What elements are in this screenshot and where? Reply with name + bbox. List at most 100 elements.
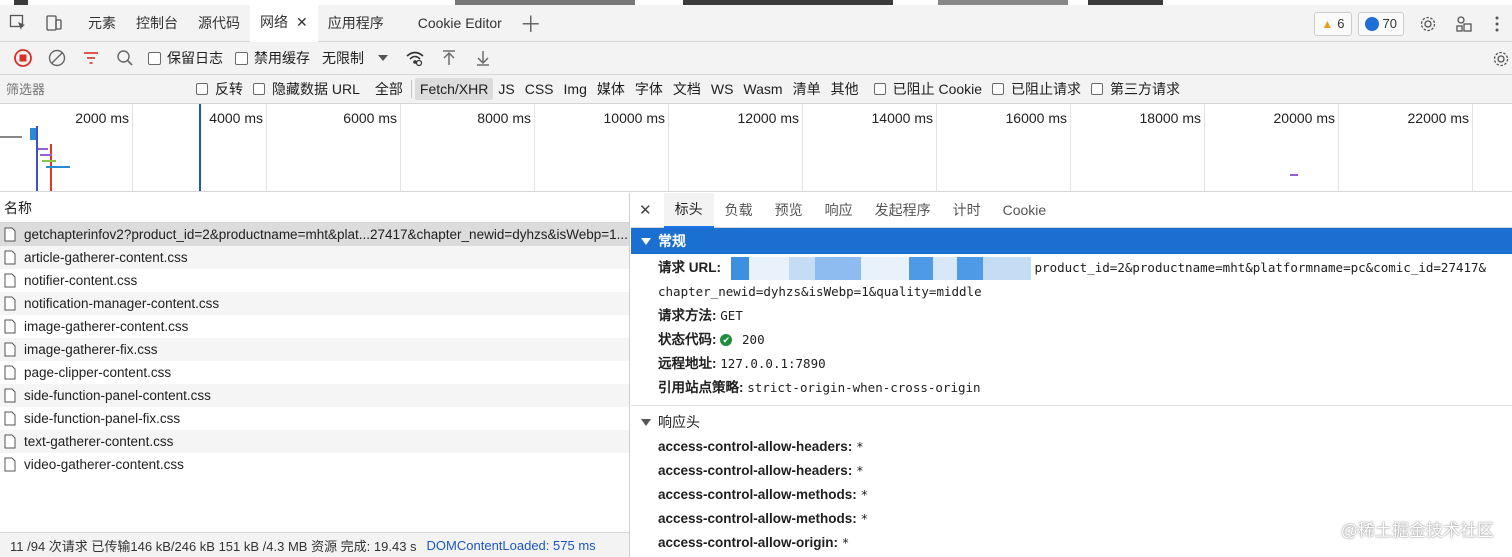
request-row[interactable]: text-gatherer-content.css — [0, 430, 629, 453]
header-value: * — [860, 487, 869, 502]
warning-icon: ▲ — [1321, 16, 1334, 31]
export-har-icon[interactable] — [466, 42, 500, 75]
request-name: video-gatherer-content.css — [24, 457, 184, 472]
invert-checkbox[interactable]: 反转 — [196, 79, 243, 99]
request-name: notification-manager-content.css — [24, 296, 220, 311]
disable-cache-checkbox[interactable]: 禁用缓存 — [235, 48, 310, 68]
redacted-block — [860, 256, 909, 280]
timeline-gridline — [936, 104, 937, 191]
checkbox-box — [873, 83, 886, 95]
header-key: access-control-allow-origin: — [658, 535, 839, 550]
device-emulation-icon[interactable] — [36, 5, 72, 42]
filter-type-media[interactable]: 媒体 — [592, 78, 630, 100]
timeline-tick-label: 22000 ms — [1407, 110, 1469, 126]
request-row[interactable]: page-clipper-content.css — [0, 361, 629, 384]
tab-initiator[interactable]: 发起程序 — [864, 193, 942, 228]
customize-icon[interactable] — [1446, 5, 1482, 42]
checkbox-box — [253, 83, 265, 95]
name-column-header[interactable]: 名称 — [0, 193, 629, 223]
request-row[interactable]: getchapterinfov2?product_id=2&productnam… — [0, 223, 629, 246]
import-har-icon[interactable] — [432, 42, 466, 75]
request-row[interactable]: article-gatherer-content.css — [0, 246, 629, 269]
search-icon[interactable] — [108, 42, 142, 75]
close-icon[interactable]: ✕ — [639, 201, 652, 219]
blocked-cookies-checkbox[interactable]: 已阻止 Cookie — [873, 79, 983, 99]
more-options-icon[interactable] — [1482, 5, 1512, 42]
throttling-select[interactable]: 无限制 — [322, 48, 388, 68]
filter-type-ws[interactable]: WS — [706, 78, 739, 100]
blocked-cookies-label: 已阻止 Cookie — [892, 81, 983, 97]
inspect-element-icon[interactable] — [0, 5, 36, 42]
tab-console[interactable]: 控制台 — [126, 5, 188, 42]
checkbox-box — [1091, 83, 1104, 95]
filter-bar: 反转 隐藏数据 URL 全部 Fetch/XHR JS CSS Img 媒体 字… — [0, 75, 1512, 104]
timeline-gridline — [400, 104, 401, 191]
timeline-tick-label: 10000 ms — [603, 110, 665, 126]
filter-type-other[interactable]: 其他 — [826, 78, 864, 100]
timeline-marker — [199, 104, 201, 191]
filter-type-js[interactable]: JS — [493, 78, 519, 100]
add-tab-icon[interactable]: ＋ — [512, 7, 550, 39]
request-url-line2: chapter_newid=dyhzs&isWebp=1&quality=mid… — [658, 284, 982, 299]
tab-preview[interactable]: 预览 — [764, 193, 814, 228]
tab-application[interactable]: 应用程序 — [318, 5, 394, 42]
request-row[interactable]: video-gatherer-content.css — [0, 453, 629, 476]
tab-response[interactable]: 响应 — [814, 193, 864, 228]
tab-payload[interactable]: 负载 — [714, 193, 764, 228]
devtools-tabbar: 元素 控制台 源代码 网络 ✕ 应用程序 Cookie Editor ＋ ▲ 6… — [0, 4, 1512, 42]
request-row[interactable]: notification-manager-content.css — [0, 292, 629, 315]
request-row[interactable]: notifier-content.css — [0, 269, 629, 292]
request-name: image-gatherer-fix.css — [24, 342, 158, 357]
request-name: article-gatherer-content.css — [24, 250, 188, 265]
filter-type-font[interactable]: 字体 — [630, 78, 668, 100]
filter-type-fetch-xhr[interactable]: Fetch/XHR — [414, 78, 494, 100]
settings-gear-icon[interactable] — [1410, 5, 1446, 42]
filter-icon[interactable] — [74, 42, 108, 75]
filter-type-css[interactable]: CSS — [520, 78, 559, 100]
blocked-requests-checkbox[interactable]: 已阻止请求 — [992, 79, 1081, 99]
general-section-header[interactable]: 常规 — [631, 228, 1512, 254]
timeline-bar — [0, 136, 22, 138]
messages-count: 70 — [1382, 16, 1397, 31]
checkbox-box — [148, 51, 161, 65]
tab-elements[interactable]: 元素 — [78, 5, 126, 42]
tab-headers[interactable]: 标头 — [663, 193, 714, 228]
redacted-block — [956, 256, 983, 280]
third-party-label: 第三方请求 — [1110, 81, 1181, 97]
warnings-badge[interactable]: ▲ 6 — [1314, 11, 1352, 36]
close-icon[interactable]: ✕ — [296, 14, 308, 31]
messages-badge[interactable]: 70 — [1357, 11, 1404, 36]
file-icon — [4, 365, 16, 380]
remote-address-label: 远程地址: — [658, 356, 717, 371]
request-row[interactable]: image-gatherer-fix.css — [0, 338, 629, 361]
clear-icon[interactable] — [40, 42, 74, 75]
filter-type-img[interactable]: Img — [559, 78, 592, 100]
filter-input[interactable] — [0, 75, 190, 103]
preserve-log-checkbox[interactable]: 保留日志 — [148, 48, 223, 68]
response-headers-section-header[interactable]: 响应头 — [631, 409, 1512, 435]
invert-label: 反转 — [215, 81, 243, 97]
hide-data-urls-checkbox[interactable]: 隐藏数据 URL — [253, 79, 360, 99]
tab-timing[interactable]: 计时 — [942, 193, 992, 228]
request-row[interactable]: side-function-panel-content.css — [0, 384, 629, 407]
request-row[interactable]: image-gatherer-content.css — [0, 315, 629, 338]
overview-timeline[interactable]: 2000 ms 4000 ms 6000 ms 8000 ms 10000 ms… — [0, 104, 1512, 192]
tab-network[interactable]: 网络 ✕ — [250, 4, 318, 42]
request-url-row: 请求 URL: product_id=2&productname=mht&pla… — [631, 256, 1512, 280]
network-status-bar: 11 /94 次请求 已传输146 kB/246 kB 151 kB /4.3 … — [0, 532, 629, 557]
third-party-checkbox[interactable]: 第三方请求 — [1091, 79, 1180, 99]
file-icon — [4, 250, 16, 265]
filter-type-doc[interactable]: 文档 — [668, 78, 706, 100]
filter-type-manifest[interactable]: 清单 — [788, 78, 826, 100]
record-stop-icon[interactable] — [6, 42, 40, 75]
timeline-marker-dcl — [36, 126, 38, 191]
network-settings-gear-icon[interactable] — [1484, 42, 1512, 75]
network-conditions-icon[interactable] — [398, 42, 432, 75]
tab-cookies[interactable]: Cookie — [992, 193, 1058, 228]
tab-cookie-editor[interactable]: Cookie Editor — [408, 5, 512, 42]
tab-sources[interactable]: 源代码 — [188, 5, 250, 42]
header-key: access-control-allow-methods: — [658, 511, 857, 526]
filter-type-all[interactable]: 全部 — [370, 78, 408, 100]
request-row[interactable]: side-function-panel-fix.css — [0, 407, 629, 430]
filter-type-wasm[interactable]: Wasm — [738, 78, 787, 100]
